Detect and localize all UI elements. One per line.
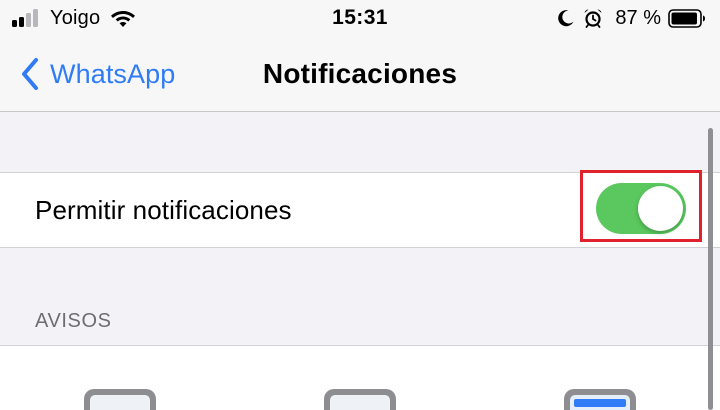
moon-icon	[558, 10, 574, 27]
lock-screen-alert-option[interactable]	[84, 389, 156, 410]
notification-center-alert-option[interactable]	[324, 389, 396, 410]
settings-screen: Yoigo 15:31 87 % WhatsApp Notificaciones…	[0, 0, 720, 410]
annotation-highlight-box	[580, 170, 702, 242]
banner-alert-option[interactable]	[564, 389, 636, 410]
allow-notifications-label: Permitir notificaciones	[35, 195, 292, 225]
page-title: Notificaciones	[262, 58, 458, 89]
status-bar: Yoigo 15:31 87 %	[0, 0, 720, 40]
navigation-bar: WhatsApp Notificaciones	[0, 40, 720, 112]
alarm-icon	[584, 9, 602, 28]
alerts-section-header: AVISOS	[35, 310, 112, 332]
battery-icon	[668, 8, 705, 28]
status-bar-right: 87 %	[557, 5, 706, 31]
alerts-panel	[0, 345, 720, 410]
battery-percentage: 87 %	[615, 6, 661, 29]
scrollbar[interactable]	[708, 128, 713, 410]
